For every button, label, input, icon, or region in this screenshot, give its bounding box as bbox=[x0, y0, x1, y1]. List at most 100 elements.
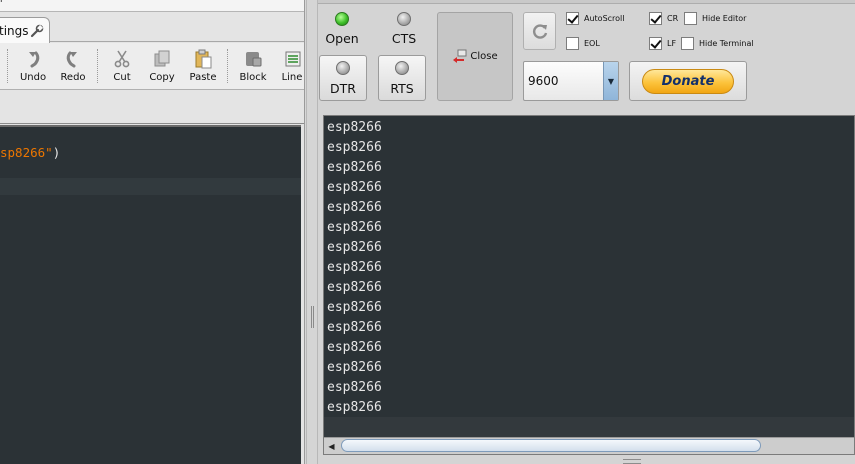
baud-rate-value: 9600 bbox=[528, 74, 559, 88]
editor-pane: l tings Undo Redo Cut Copy Paste Block L… bbox=[0, 0, 305, 464]
line-label: Line bbox=[281, 72, 303, 83]
autoscroll-checkbox[interactable]: AutoScroll bbox=[566, 12, 625, 25]
tab-settings[interactable]: tings bbox=[0, 17, 50, 43]
cts-led-icon bbox=[397, 12, 411, 26]
console-line: esp8266 bbox=[327, 380, 382, 395]
toolbar-separator bbox=[7, 49, 8, 83]
baud-rate-select[interactable]: 9600 ▼ bbox=[523, 61, 619, 101]
eol-checkbox[interactable]: EOL bbox=[566, 37, 600, 50]
hide-editor-label: Hide Editor bbox=[702, 14, 747, 23]
console-line: esp8266 bbox=[327, 320, 382, 335]
undo-button[interactable]: Undo bbox=[18, 45, 48, 88]
toolbar-separator bbox=[227, 49, 228, 83]
open-status: Open bbox=[325, 12, 359, 46]
dtr-button[interactable]: DTR bbox=[319, 55, 367, 101]
resize-grip-icon[interactable] bbox=[623, 459, 641, 464]
console-output: esp8266 esp8266 esp8266 esp8266 esp8266 … bbox=[327, 118, 382, 418]
copy-icon bbox=[154, 50, 170, 67]
console-line: esp8266 bbox=[327, 120, 382, 135]
refresh-icon bbox=[532, 24, 547, 39]
window-caption: l bbox=[0, 0, 3, 5]
console-line: esp8266 bbox=[327, 140, 382, 155]
tab-bar: tings bbox=[0, 12, 304, 43]
copy-button[interactable]: Copy bbox=[147, 45, 177, 88]
rts-led-icon bbox=[395, 61, 409, 75]
paste-label: Paste bbox=[189, 72, 217, 83]
current-line-highlight bbox=[0, 178, 301, 195]
serial-console[interactable]: esp8266 esp8266 esp8266 esp8266 esp8266 … bbox=[323, 115, 855, 455]
console-input-row[interactable] bbox=[324, 417, 854, 437]
console-line: esp8266 bbox=[327, 240, 382, 255]
block-label: Block bbox=[239, 72, 267, 83]
console-line: esp8266 bbox=[327, 400, 382, 415]
redo-icon bbox=[66, 51, 77, 68]
console-line: esp8266 bbox=[327, 200, 382, 215]
block-icon bbox=[246, 52, 262, 67]
console-line: esp8266 bbox=[327, 160, 382, 175]
hide-editor-box-icon bbox=[684, 12, 697, 25]
rts-label: RTS bbox=[390, 81, 414, 96]
console-line: esp8266 bbox=[327, 280, 382, 295]
hide-editor-checkbox[interactable]: Hide Editor bbox=[684, 12, 746, 25]
tab-settings-label: tings bbox=[0, 23, 29, 38]
redo-label: Redo bbox=[60, 72, 86, 83]
code-editor[interactable]: sp8266") bbox=[0, 125, 301, 464]
lf-label: LF bbox=[667, 39, 677, 48]
cts-label: CTS bbox=[391, 31, 417, 46]
scroll-left-icon[interactable]: ◀ bbox=[325, 440, 338, 452]
lf-checkbox[interactable]: LF bbox=[649, 37, 676, 50]
undo-label: Undo bbox=[19, 72, 47, 83]
chevron-down-icon[interactable]: ▼ bbox=[603, 62, 618, 100]
undo-icon bbox=[29, 51, 40, 68]
code-string: sp8266" bbox=[0, 145, 53, 160]
cr-checkbox[interactable]: CR bbox=[649, 12, 678, 25]
cr-label: CR bbox=[667, 14, 679, 23]
block-comment-button[interactable]: Block bbox=[238, 45, 268, 88]
console-line: esp8266 bbox=[327, 360, 382, 375]
pane-splitter[interactable] bbox=[306, 0, 318, 464]
autoscroll-check-icon bbox=[566, 12, 579, 25]
open-led-icon bbox=[335, 12, 349, 26]
cut-icon bbox=[114, 50, 130, 68]
hide-terminal-checkbox[interactable]: Hide Terminal bbox=[681, 37, 754, 50]
scrollbar-thumb[interactable] bbox=[341, 439, 761, 452]
refresh-ports-button[interactable] bbox=[523, 12, 556, 50]
lf-check-icon bbox=[649, 37, 662, 50]
autoscroll-label: AutoScroll bbox=[584, 14, 625, 23]
splitter-grip-icon[interactable] bbox=[311, 306, 314, 328]
code-tail: ) bbox=[52, 145, 61, 160]
donate-label: Donate bbox=[661, 73, 715, 89]
serial-header-strip bbox=[318, 0, 855, 4]
donate-button[interactable]: Donate bbox=[642, 68, 734, 94]
close-port-button[interactable]: Close bbox=[437, 12, 513, 101]
open-label: Open bbox=[325, 31, 359, 46]
cut-label: Cut bbox=[113, 72, 131, 83]
paste-button[interactable]: Paste bbox=[188, 45, 218, 88]
console-line: esp8266 bbox=[327, 220, 382, 235]
paste-icon bbox=[195, 49, 212, 69]
copy-label: Copy bbox=[149, 72, 175, 83]
disconnect-icon bbox=[453, 49, 467, 63]
dtr-led-icon bbox=[336, 61, 350, 75]
console-line: esp8266 bbox=[327, 260, 382, 275]
editor-toolbar: Undo Redo Cut Copy Paste Block Line bbox=[0, 43, 304, 90]
toolbar-separator bbox=[97, 49, 98, 83]
console-line: esp8266 bbox=[327, 340, 382, 355]
code-line: sp8266") bbox=[0, 145, 60, 160]
editor-header-area bbox=[0, 90, 304, 124]
line-comment-button[interactable]: Line bbox=[280, 45, 304, 88]
hide-terminal-box-icon bbox=[681, 37, 694, 50]
console-line: esp8266 bbox=[327, 300, 382, 315]
rts-button[interactable]: RTS bbox=[378, 55, 426, 101]
donate-panel: Donate bbox=[629, 61, 747, 101]
redo-button[interactable]: Redo bbox=[58, 45, 88, 88]
cts-status: CTS bbox=[388, 12, 420, 46]
eol-label: EOL bbox=[584, 39, 600, 48]
eol-box-icon bbox=[566, 37, 579, 50]
cut-button[interactable]: Cut bbox=[108, 45, 136, 88]
line-icon bbox=[285, 51, 301, 67]
horizontal-scrollbar[interactable]: ◀ bbox=[324, 437, 854, 454]
window-title-strip: l bbox=[0, 0, 304, 12]
serial-monitor-pane: Open CTS DTR RTS Close AutoScroll CR Hid… bbox=[318, 0, 855, 464]
console-line: esp8266 bbox=[327, 180, 382, 195]
